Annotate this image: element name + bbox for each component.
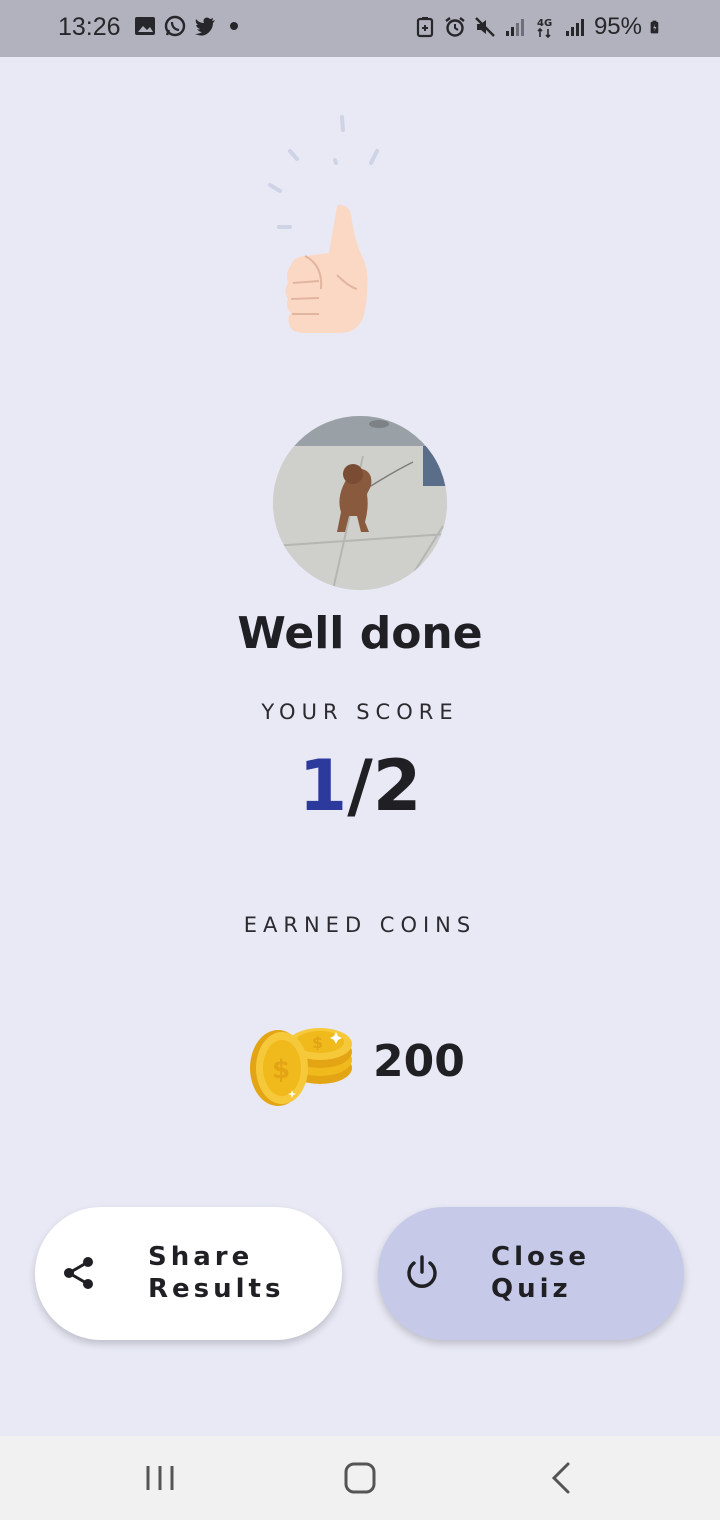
battery-saver-icon: [416, 17, 434, 38]
score-value: 1/2: [0, 745, 720, 827]
signal-icon: [505, 19, 524, 36]
result-title: Well done: [237, 608, 483, 659]
power-icon: [407, 1255, 437, 1288]
avatar: [273, 416, 447, 590]
svg-text:4G: 4G: [537, 18, 552, 29]
battery-icon: [650, 20, 659, 34]
alarm-icon: [445, 17, 465, 37]
svg-text:$: $: [272, 1055, 290, 1085]
share-label-line1: Share: [148, 1242, 254, 1272]
status-bar: 13:26 4G 95%: [0, 0, 720, 57]
whatsapp-icon: [164, 15, 186, 37]
battery-percent: 95%: [593, 13, 642, 40]
coin-amount: 200: [373, 1036, 465, 1087]
close-label-line2: Quiz: [491, 1274, 572, 1304]
dog-photo-image: [273, 416, 447, 590]
status-time: 13:26: [58, 13, 121, 41]
score-correct: 1: [298, 745, 348, 827]
score-label: YOUR SCORE: [261, 700, 459, 724]
close-label-line1: Close: [491, 1242, 590, 1272]
status-left-icons: [134, 15, 238, 37]
4g-icon: 4G: [537, 18, 552, 38]
svg-text:$: $: [312, 1033, 323, 1052]
notification-dot: [230, 22, 238, 30]
gallery-icon: [135, 17, 155, 35]
status-right: 4G 95%: [414, 13, 664, 41]
score-total: /2: [347, 745, 422, 827]
twitter-icon: [195, 17, 215, 36]
share-icon: [64, 1257, 93, 1289]
coin-stack-icon: $ $: [250, 1028, 352, 1106]
thumbs-up-icon: [268, 115, 379, 333]
close-quiz-label: Close Quiz: [491, 1241, 671, 1305]
mute-icon: [475, 17, 495, 37]
back-icon[interactable]: [542, 1458, 582, 1498]
signal-icon: [565, 19, 584, 36]
recent-apps-icon[interactable]: [140, 1458, 180, 1498]
earned-coins-label: EARNED COINS: [243, 913, 477, 937]
home-icon[interactable]: [340, 1458, 380, 1498]
share-results-button[interactable]: Share Results: [35, 1207, 342, 1340]
share-label-line2: Results: [148, 1274, 285, 1304]
navigation-bar: [0, 1436, 720, 1520]
close-quiz-button[interactable]: Close Quiz: [378, 1207, 684, 1340]
share-results-label: Share Results: [148, 1241, 328, 1305]
